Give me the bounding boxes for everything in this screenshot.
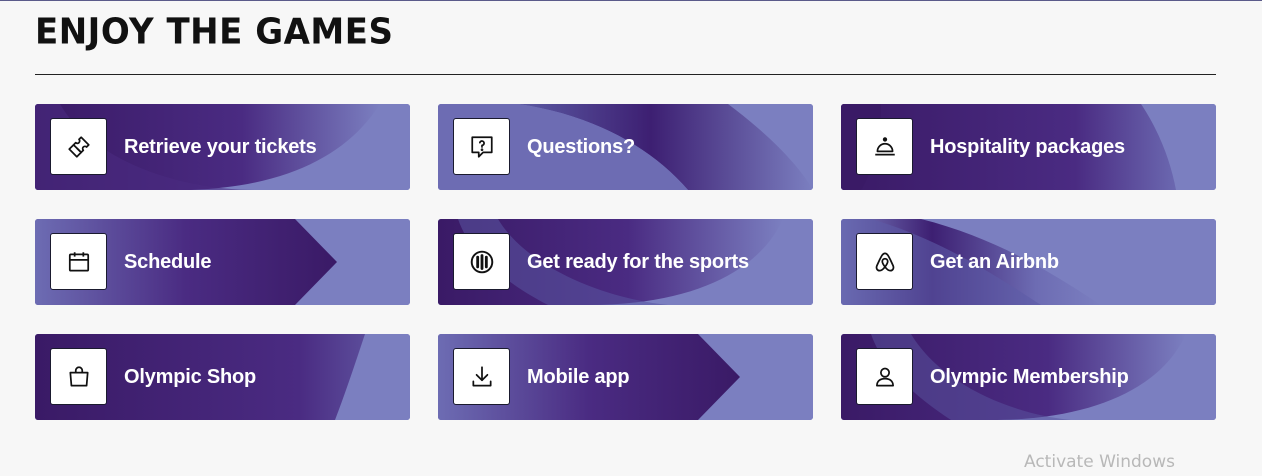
card-label: Get ready for the sports bbox=[527, 250, 749, 273]
card-get-airbnb[interactable]: Get an Airbnb bbox=[841, 219, 1216, 305]
ticket-icon bbox=[67, 135, 90, 158]
card-label: Questions? bbox=[527, 135, 636, 158]
card-label: Retrieve your tickets bbox=[124, 135, 317, 158]
card-icon-box bbox=[856, 348, 913, 405]
card-label: Olympic Shop bbox=[124, 365, 257, 388]
card-icon-box bbox=[50, 118, 107, 175]
card-questions[interactable]: Questions? bbox=[438, 104, 813, 190]
card-icon-box bbox=[856, 118, 913, 175]
card-icon-box bbox=[856, 233, 913, 290]
card-label: Olympic Membership bbox=[930, 365, 1129, 388]
windows-activation-watermark: Activate Windows bbox=[1024, 452, 1175, 472]
card-label: Get an Airbnb bbox=[930, 250, 1059, 273]
page: ENJOY THE GAMES Retrieve your tickets Qu… bbox=[0, 0, 1262, 476]
section-heading: ENJOY THE GAMES bbox=[35, 11, 394, 53]
card-icon-box bbox=[50, 233, 107, 290]
heading-divider bbox=[35, 74, 1216, 75]
card-icon-box bbox=[453, 348, 510, 405]
question-bubble-icon bbox=[470, 135, 493, 158]
card-olympic-shop[interactable]: Olympic Shop bbox=[35, 334, 410, 420]
card-label: Hospitality packages bbox=[930, 135, 1125, 158]
user-icon bbox=[875, 367, 894, 387]
download-icon bbox=[471, 365, 492, 387]
service-bell-icon bbox=[874, 136, 895, 155]
shopping-bag-icon bbox=[68, 365, 89, 387]
calendar-icon bbox=[68, 251, 89, 272]
card-icon-box bbox=[453, 118, 510, 175]
card-mobile-app[interactable]: Mobile app bbox=[438, 334, 813, 420]
card-schedule[interactable]: Schedule bbox=[35, 219, 410, 305]
card-icon-box bbox=[453, 233, 510, 290]
airbnb-icon bbox=[875, 251, 894, 272]
card-icon-box bbox=[50, 348, 107, 405]
card-label: Schedule bbox=[124, 250, 212, 273]
card-get-ready-sports[interactable]: Get ready for the sports bbox=[438, 219, 813, 305]
card-olympic-membership[interactable]: Olympic Membership bbox=[841, 334, 1216, 420]
cards-grid: Retrieve your tickets Questions? Hospita… bbox=[35, 104, 1216, 420]
card-hospitality-packages[interactable]: Hospitality packages bbox=[841, 104, 1216, 190]
sports-pictogram-icon bbox=[470, 250, 493, 273]
card-retrieve-tickets[interactable]: Retrieve your tickets bbox=[35, 104, 410, 190]
card-label: Mobile app bbox=[527, 365, 630, 388]
top-border bbox=[0, 0, 1262, 1]
